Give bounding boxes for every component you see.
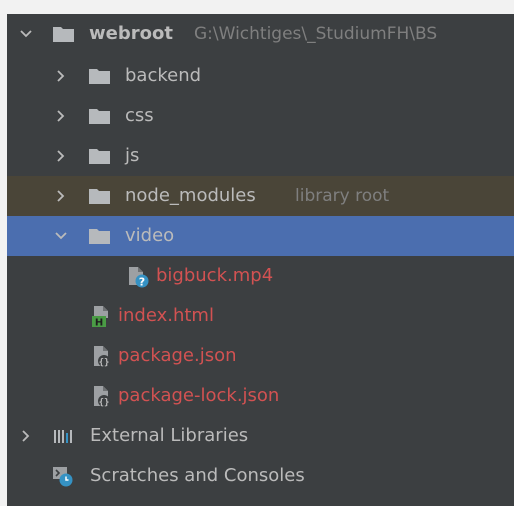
json-file-icon: {} [94, 346, 110, 368]
folder-icon [53, 27, 74, 42]
root-folder-path: G:\Wichtiges\_StudiumFH\BS [194, 24, 438, 44]
tree-row-external-libraries[interactable]: External Libraries [7, 416, 514, 456]
libraries-icon [54, 430, 72, 443]
folder-icon [89, 189, 110, 204]
folder-icon [89, 149, 110, 164]
tree-row-scratches-and-consoles[interactable]: Scratches and Consoles [7, 456, 514, 496]
tree-row-package-json[interactable]: {} package.json [7, 336, 514, 376]
html-file-icon: H [92, 306, 108, 329]
file-label-package-lock-json: package-lock.json [118, 385, 280, 406]
tree-row-css[interactable]: css [7, 96, 514, 136]
svg-text:{}: {} [99, 358, 110, 368]
folder-label-css: css [125, 105, 154, 126]
json-file-icon: {} [94, 386, 110, 408]
file-label-index-html: index.html [118, 305, 214, 326]
file-label-bigbuck-mp4: bigbuck.mp4 [156, 265, 274, 286]
tree-row-js[interactable]: js [7, 136, 514, 176]
svg-text:{}: {} [99, 398, 110, 408]
chevron-right-icon[interactable] [54, 188, 68, 204]
library-root-hint: library root [295, 186, 390, 206]
chevron-right-icon[interactable] [54, 108, 68, 124]
chevron-right-icon[interactable] [54, 68, 68, 84]
tree-row-webroot[interactable]: webroot G:\Wichtiges\_StudiumFH\BS [7, 14, 514, 56]
tree-row-package-lock-json[interactable]: {} package-lock.json [7, 376, 514, 416]
svg-text:H: H [95, 318, 103, 329]
svg-text:?: ? [139, 276, 145, 289]
tree-row-video[interactable]: video [7, 216, 514, 256]
scratches-label: Scratches and Consoles [90, 465, 305, 486]
chevron-down-icon[interactable] [54, 228, 68, 244]
tree-row-backend[interactable]: backend [7, 56, 514, 96]
tree-row-node-modules[interactable]: node_modules library root [7, 176, 514, 216]
chevron-right-icon[interactable] [54, 148, 68, 164]
folder-icon [89, 109, 110, 124]
chevron-right-icon[interactable] [19, 428, 33, 444]
chevron-down-icon[interactable] [19, 26, 33, 42]
folder-label-video: video [125, 225, 175, 246]
folder-label-js: js [125, 145, 140, 166]
folder-icon [89, 229, 110, 244]
folder-label-backend: backend [125, 65, 202, 86]
folder-icon [89, 69, 110, 84]
root-folder-label: webroot [89, 23, 173, 44]
external-libraries-label: External Libraries [90, 425, 249, 446]
file-label-package-json: package.json [118, 345, 237, 366]
unknown-file-icon: ? [129, 267, 149, 289]
tree-row-bigbuck-mp4[interactable]: ? bigbuck.mp4 [7, 256, 514, 296]
project-tree: webroot G:\Wichtiges\_StudiumFH\BS backe… [7, 14, 514, 506]
folder-label-node-modules: node_modules [125, 185, 256, 206]
scratches-icon [53, 467, 73, 487]
tree-row-index-html[interactable]: H index.html [7, 296, 514, 336]
